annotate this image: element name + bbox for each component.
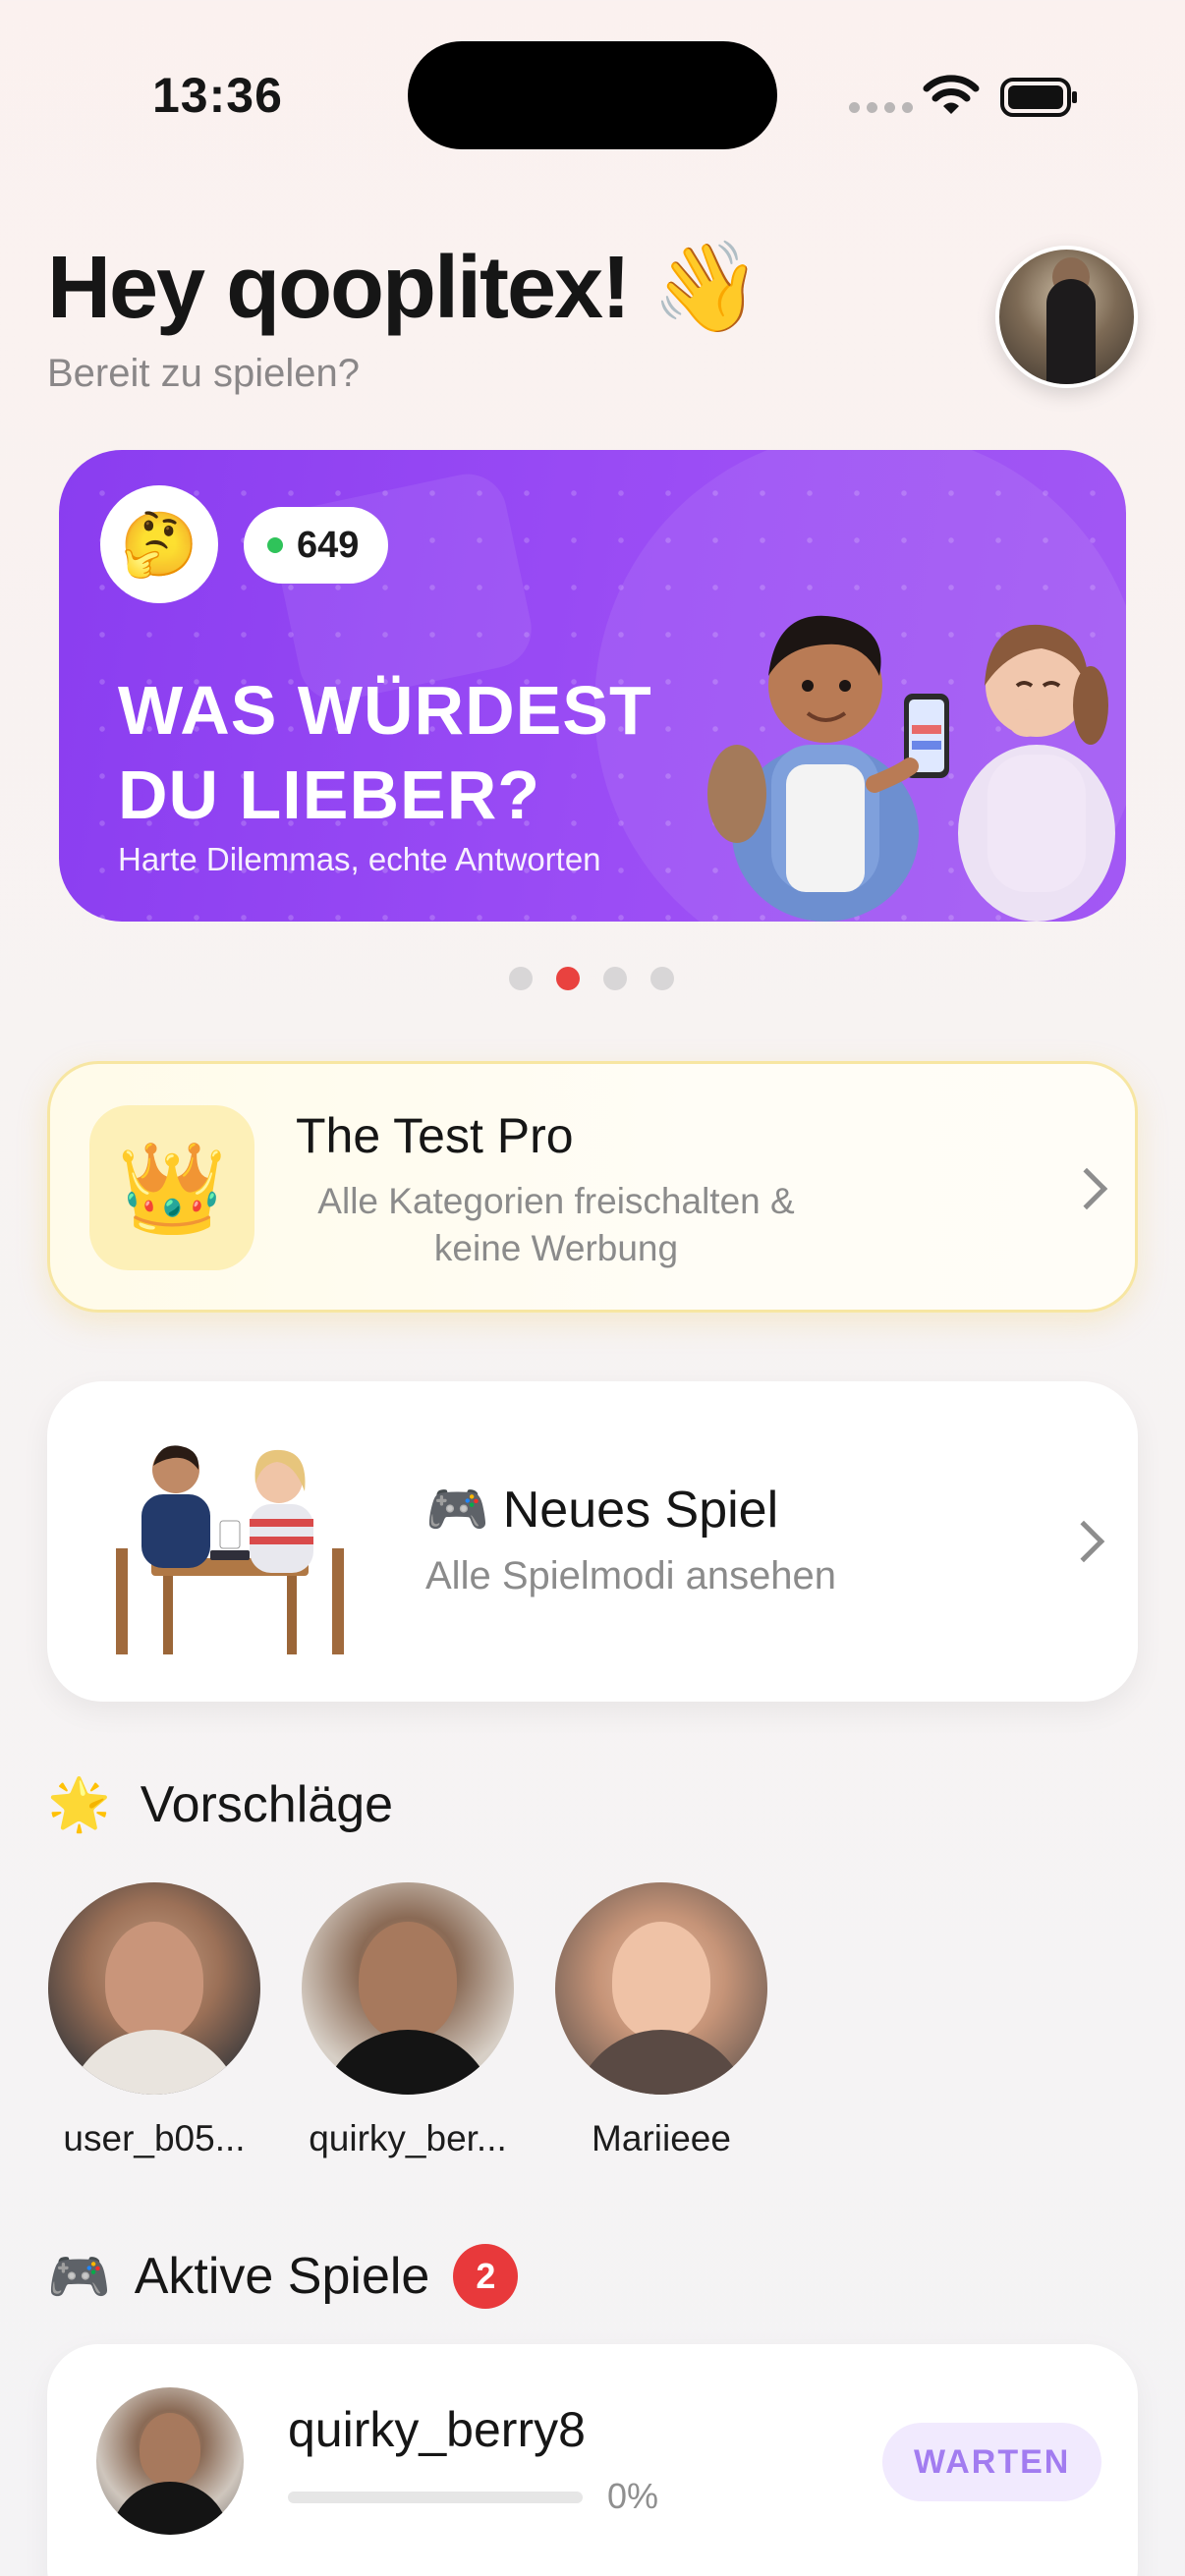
gamepad-icon: 🎮 bbox=[47, 2248, 111, 2306]
hero-illustration bbox=[707, 615, 1115, 922]
new-game-title: 🎮 Neues Spiel bbox=[425, 1480, 778, 1540]
active-game-progress-bar bbox=[288, 2492, 583, 2503]
active-games-title: Aktive Spiele bbox=[134, 2248, 430, 2305]
new-game-label: Neues Spiel bbox=[502, 1481, 779, 1539]
avatar[interactable] bbox=[555, 1882, 767, 2095]
battery-icon bbox=[1000, 78, 1077, 117]
suggestion-item[interactable]: quirky_ber... bbox=[301, 1882, 515, 2159]
pro-title: The Test Pro bbox=[296, 1108, 574, 1163]
active-game-opponent-name: quirky_berry8 bbox=[288, 2402, 586, 2457]
profile-avatar[interactable] bbox=[995, 246, 1138, 388]
greeting-subtitle: Bereit zu spielen? bbox=[47, 352, 360, 395]
live-dot-icon bbox=[267, 537, 283, 553]
suggestion-item[interactable]: Mariieee bbox=[554, 1882, 768, 2159]
suggestion-name: Mariieee bbox=[592, 2118, 731, 2158]
pro-upgrade-card[interactable]: 👑 The Test Pro Alle Kategorien freischal… bbox=[47, 1061, 1138, 1313]
active-games-header: 🎮 Aktive Spiele 2 bbox=[47, 2244, 519, 2309]
gamepad-icon: 🎮 bbox=[425, 1482, 489, 1539]
game-table-illustration bbox=[116, 1445, 344, 1654]
status-bar: 13:36 bbox=[0, 0, 1185, 196]
hero-banner-would-you-rather[interactable]: 🤔 649 WAS WÜRDEST DU LIEBER? Harte Dilem… bbox=[59, 450, 1126, 922]
pro-description: Alle Kategorien freischalten & keine Wer… bbox=[317, 1181, 795, 1268]
dynamic-island bbox=[408, 41, 777, 149]
active-games-count-badge: 2 bbox=[453, 2244, 519, 2309]
cellular-signal-icon bbox=[849, 102, 913, 113]
live-player-count: 649 bbox=[244, 507, 389, 584]
active-game-status-badge: WARTEN bbox=[882, 2423, 1102, 2501]
hero-pager[interactable] bbox=[509, 967, 674, 990]
active-game-card[interactable]: quirky_berry8 0% WARTEN bbox=[47, 2344, 1138, 2576]
suggestion-item[interactable]: user_b05... bbox=[47, 1882, 261, 2159]
pager-dot[interactable] bbox=[603, 967, 627, 990]
suggestion-name: user_b05... bbox=[63, 2118, 246, 2158]
hero-title: WAS WÜRDEST DU LIEBER? bbox=[118, 672, 652, 833]
suggestions-list: user_b05... quirky_ber... Mariieee bbox=[47, 1882, 768, 2159]
thinking-face-icon: 🤔 bbox=[100, 485, 218, 603]
chevron-right-icon bbox=[1065, 1167, 1108, 1210]
avatar[interactable] bbox=[48, 1882, 260, 2095]
suggestions-header: 🌟 Vorschläge bbox=[47, 1774, 393, 1834]
pager-dot[interactable] bbox=[509, 967, 533, 990]
pager-dot-active[interactable] bbox=[556, 967, 580, 990]
greeting-title: Hey qooplitex! 👋 bbox=[47, 239, 762, 337]
status-time: 13:36 bbox=[152, 68, 283, 123]
new-game-card[interactable]: 🎮 Neues Spiel Alle Spielmodi ansehen bbox=[47, 1381, 1138, 1702]
chevron-right-icon bbox=[1062, 1520, 1105, 1563]
avatar[interactable] bbox=[302, 1882, 514, 2095]
suggestions-title: Vorschläge bbox=[140, 1775, 394, 1833]
star-icon: 🌟 bbox=[47, 1776, 111, 1833]
avatar bbox=[96, 2387, 244, 2535]
new-game-subtitle: Alle Spielmodi ansehen bbox=[425, 1554, 837, 1597]
suggestion-name: quirky_ber... bbox=[309, 2118, 507, 2158]
hero-subtitle: Harte Dilemmas, echte Antworten bbox=[118, 841, 601, 877]
pager-dot[interactable] bbox=[650, 967, 674, 990]
active-game-progress-text: 0% bbox=[607, 2476, 659, 2516]
live-count-value: 649 bbox=[297, 524, 360, 566]
crown-icon: 👑 bbox=[89, 1105, 254, 1270]
wifi-icon bbox=[923, 75, 980, 114]
